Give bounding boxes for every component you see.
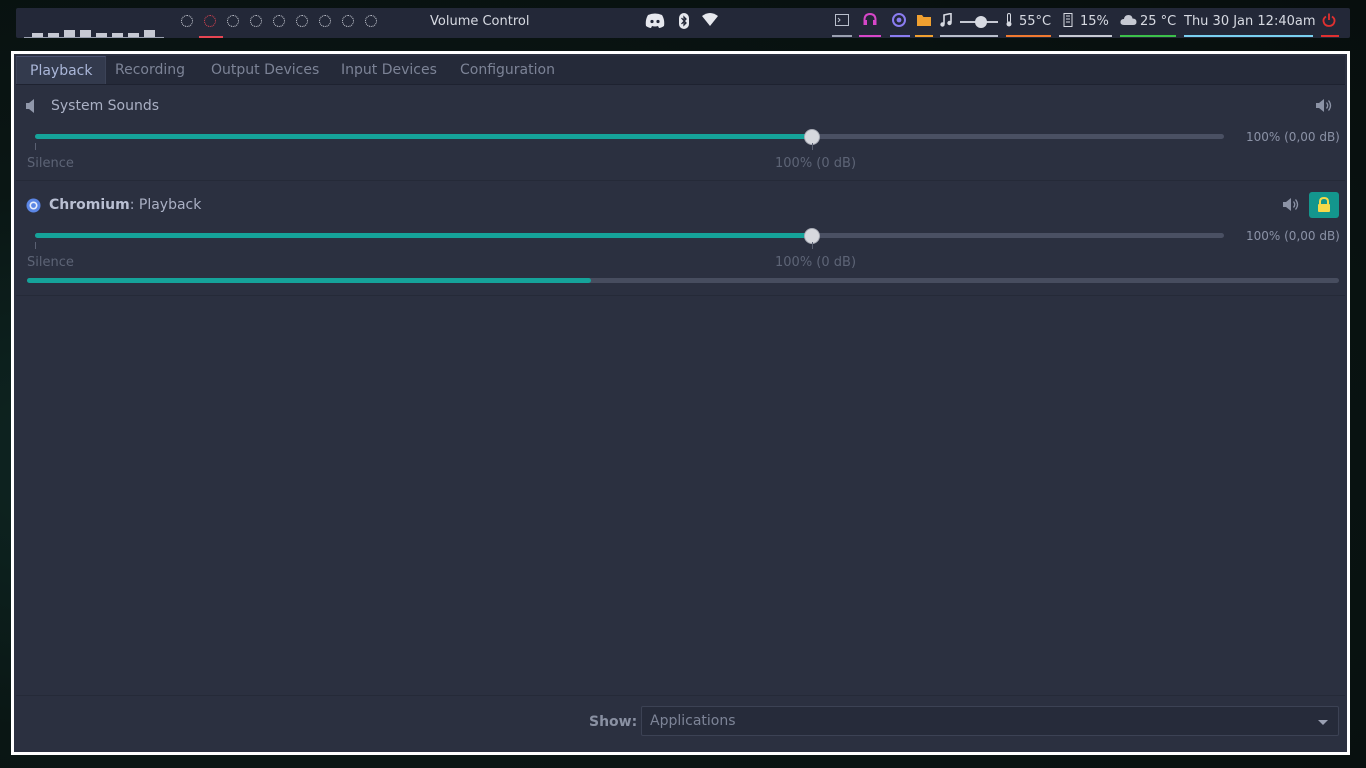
mute-toggle-speaker-icon[interactable] <box>1283 197 1300 216</box>
tab-input-devices[interactable]: Input Devices <box>328 56 450 84</box>
show-label: Show: <box>589 714 638 730</box>
power-icon[interactable] <box>1321 13 1337 32</box>
temperature-readout: 55°C <box>1019 14 1052 29</box>
stream-title: Chromium: Playback <box>49 197 202 213</box>
tab-bar: Playback Recording Output Devices Input … <box>16 56 1345 85</box>
headphones-icon[interactable] <box>862 12 878 31</box>
tab-recording[interactable]: Recording <box>102 56 198 84</box>
show-filter-dropdown[interactable]: Applications <box>641 706 1339 736</box>
bluetooth-icon[interactable] <box>677 13 691 34</box>
tab-configuration[interactable]: Configuration <box>447 56 568 84</box>
scale-silence-label: Silence <box>27 255 74 270</box>
terminal-icon[interactable] <box>834 13 850 31</box>
memory-icon <box>1062 13 1074 32</box>
show-filter-value: Applications <box>650 713 736 729</box>
chevron-down-icon <box>1318 720 1328 725</box>
speaker-muted-small-icon <box>26 98 36 117</box>
volume-value: 100% (0,00 dB) <box>1246 229 1340 243</box>
workspace-3-button[interactable] <box>226 14 242 30</box>
music-note-icon[interactable] <box>938 12 954 32</box>
mute-toggle-speaker-icon[interactable] <box>1316 98 1333 117</box>
lock-channels-button[interactable] <box>1309 192 1339 218</box>
peak-level-meter-fill <box>27 278 592 283</box>
chromium-icon[interactable] <box>891 13 907 32</box>
memory-readout: 15% <box>1080 14 1109 29</box>
chromium-app-icon <box>26 198 41 217</box>
workspace-7-button[interactable] <box>318 14 334 30</box>
workspace-5-button[interactable] <box>272 14 288 30</box>
cloud-icon <box>1119 13 1137 31</box>
weather-readout: 25 °C <box>1140 14 1177 29</box>
volume-slider-handle[interactable] <box>974 16 987 28</box>
lock-icon <box>1317 196 1331 217</box>
tab-output-devices[interactable]: Output Devices <box>198 56 332 84</box>
volume-slider-track[interactable] <box>35 134 1224 139</box>
volume-slider-track[interactable] <box>35 233 1224 238</box>
top-panel: Volume Control 55°C 15% 25 °C Thu 30 Jan… <box>16 8 1350 38</box>
cpu-graph-bar <box>48 33 59 37</box>
cpu-graph-bar <box>64 30 75 37</box>
cpu-graph <box>24 12 164 38</box>
workspace-4-button[interactable] <box>249 14 265 30</box>
scale-silence-label: Silence <box>27 156 74 171</box>
workspace-2-button[interactable] <box>199 14 223 38</box>
bottom-bar: Show: Applications <box>16 695 1345 750</box>
folder-icon[interactable] <box>916 13 932 31</box>
workspace-6-button[interactable] <box>295 14 311 30</box>
cpu-graph-bar <box>112 33 123 37</box>
wifi-icon[interactable] <box>702 13 718 32</box>
thermometer-icon <box>1004 13 1014 32</box>
stream-title: System Sounds <box>51 98 160 114</box>
cpu-graph-bar <box>144 30 155 37</box>
cpu-graph-bar <box>128 33 139 37</box>
volume-value: 100% (0,00 dB) <box>1246 130 1340 144</box>
discord-icon[interactable] <box>644 13 666 34</box>
workspace-8-button[interactable] <box>341 14 357 30</box>
workspace-1-button[interactable] <box>180 14 196 30</box>
scale-100-label: 100% (0 dB) <box>775 156 857 171</box>
scale-100-label: 100% (0 dB) <box>775 255 857 270</box>
cpu-graph-bar <box>32 33 43 37</box>
volume-slider-fill <box>35 233 813 238</box>
volume-control-window: Playback Recording Output Devices Input … <box>11 51 1350 755</box>
cpu-graph-bar <box>80 30 91 37</box>
volume-slider-fill <box>35 134 813 139</box>
volume-slider[interactable] <box>960 16 998 28</box>
clock[interactable]: Thu 30 Jan 12:40am <box>1184 14 1316 29</box>
cpu-graph-bar <box>96 33 107 37</box>
workspace-9-button[interactable] <box>364 14 380 30</box>
tab-playback[interactable]: Playback <box>16 56 107 84</box>
active-window-title: Volume Control <box>430 14 530 29</box>
peak-level-meter <box>27 278 1339 283</box>
